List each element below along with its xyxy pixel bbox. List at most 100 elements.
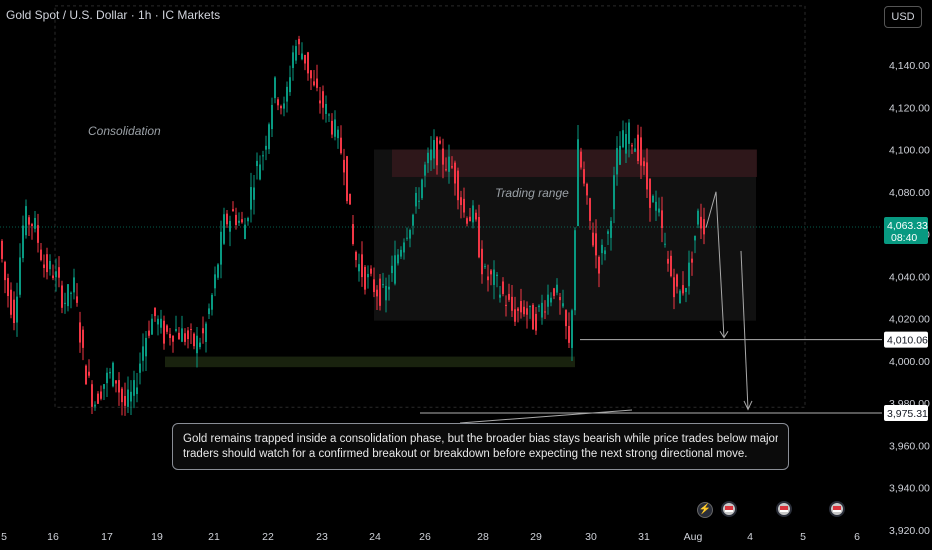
candle [187, 327, 189, 349]
candle [319, 87, 321, 114]
level-tag-label: 4,010.06 [887, 335, 928, 347]
candle-body [85, 365, 87, 385]
candle-body [127, 389, 129, 407]
price-axis: 4,140.004,120.004,100.004,080.004,060.00… [884, 60, 930, 537]
candle [304, 54, 306, 71]
candle [265, 135, 267, 161]
candle [103, 383, 105, 401]
candle [73, 268, 75, 300]
candle-body [289, 77, 291, 93]
candle-body [601, 244, 603, 254]
us-flag-event-icon[interactable] [829, 501, 845, 517]
candle-body [454, 162, 456, 184]
candle [118, 372, 120, 406]
candle-body [550, 297, 552, 303]
candle-body [10, 289, 12, 315]
candle-body [694, 235, 696, 241]
candle-body [367, 273, 369, 278]
candle [247, 216, 249, 226]
candle-body [448, 156, 450, 172]
candle [133, 370, 135, 409]
candle [301, 42, 303, 61]
candle-body [133, 380, 135, 396]
candle-body [373, 279, 375, 293]
candle [421, 178, 423, 201]
currency-button[interactable]: USD [884, 6, 922, 28]
candle-body [679, 290, 681, 303]
candle-body [58, 267, 60, 278]
candle-body [334, 119, 336, 137]
candle-body [214, 274, 216, 289]
candle-body [691, 258, 693, 263]
candle-body [79, 322, 81, 343]
candle-body [328, 114, 330, 116]
candle-body [532, 304, 534, 330]
time-tick-label: 17 [101, 531, 113, 543]
candle-body [364, 266, 366, 290]
candle [352, 215, 354, 246]
candle-body [556, 284, 558, 293]
candle-body [178, 332, 180, 340]
candle [571, 308, 573, 361]
candle-body [76, 296, 78, 303]
candle-body [37, 225, 39, 243]
us-flag-event-icon[interactable] [721, 501, 737, 517]
candle-body [439, 140, 441, 144]
candle-body [460, 197, 462, 206]
candle-body [688, 262, 690, 287]
candle [109, 368, 111, 379]
candle-body [256, 160, 258, 167]
candle-body [112, 362, 114, 387]
candle-body [562, 303, 564, 307]
countdown-label: 08:40 [891, 232, 917, 244]
candle-body [595, 233, 597, 256]
candle [316, 64, 318, 92]
candle [139, 352, 141, 385]
candle-body [346, 156, 348, 202]
candle [7, 273, 9, 308]
candle-body [403, 242, 405, 253]
candle-body [175, 329, 177, 331]
candle [337, 126, 339, 149]
candle-body [106, 372, 108, 384]
us-flag-event-icon[interactable] [776, 501, 792, 517]
candle-body [565, 310, 567, 327]
candle [130, 380, 132, 415]
candle [331, 113, 333, 139]
candle-body [436, 137, 438, 166]
candle [370, 265, 372, 277]
candle-body [442, 148, 444, 165]
candle-body [184, 333, 186, 342]
candle-body [121, 388, 123, 403]
candle-body [250, 187, 252, 210]
candle [328, 113, 330, 123]
candle-body [46, 254, 48, 273]
candle-body [322, 91, 324, 108]
candle-body [307, 52, 309, 74]
candle-body [634, 148, 636, 152]
candle-body [64, 302, 66, 304]
candle-body [397, 254, 399, 264]
candle [16, 282, 18, 337]
candle [379, 273, 381, 311]
candle-body [508, 293, 510, 300]
candle-body [40, 249, 42, 261]
candle-body [187, 330, 189, 340]
candle-body [160, 318, 162, 328]
time-tick-label: Aug [684, 531, 703, 543]
candle [1, 239, 3, 263]
candle [637, 124, 639, 165]
candle [565, 309, 567, 340]
lightning-event-icon[interactable]: ⚡ [697, 502, 713, 518]
candle-body [235, 214, 237, 225]
candle-body [310, 70, 312, 79]
candle-body [664, 243, 666, 245]
candle [361, 241, 363, 287]
candle-body [181, 328, 183, 342]
candle-body [415, 192, 417, 207]
candle-body [463, 198, 465, 213]
candle-body [304, 54, 306, 64]
candle [163, 315, 165, 350]
resistance-zone [392, 149, 757, 177]
candle-body [487, 276, 489, 281]
